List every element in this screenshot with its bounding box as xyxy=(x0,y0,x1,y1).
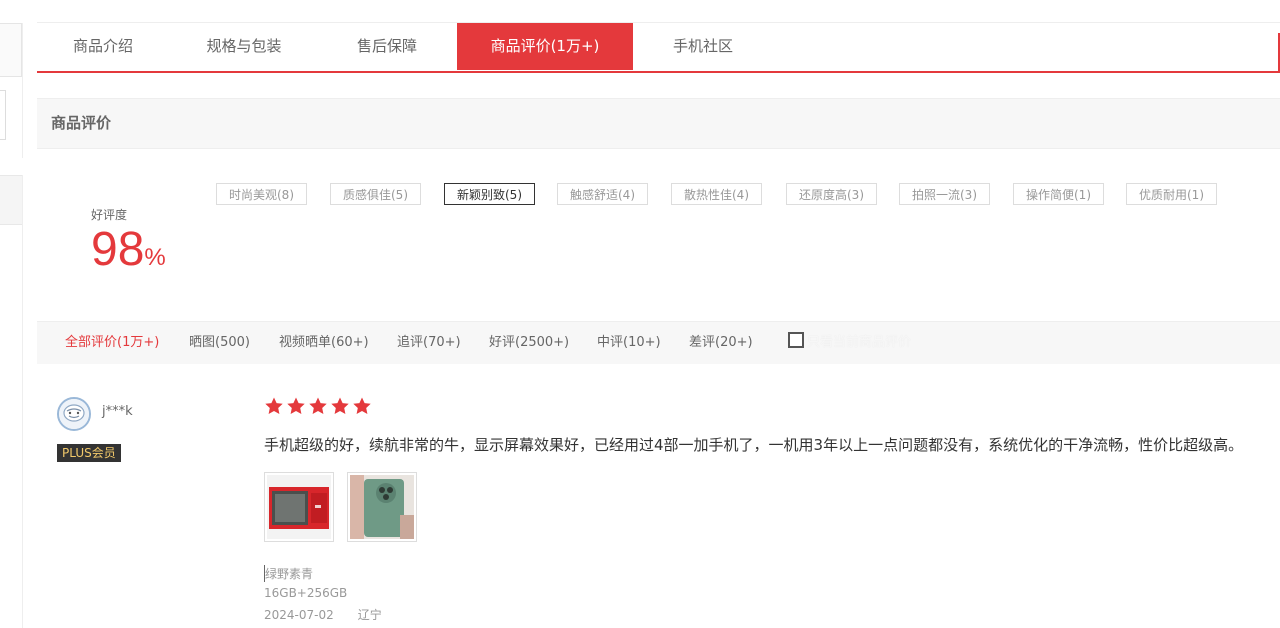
star-icon xyxy=(265,397,283,414)
plus-member-badge: PLUS会员 xyxy=(57,444,121,462)
photo-box-image xyxy=(267,475,331,539)
filter-neutral[interactable]: 中评(10+) xyxy=(597,322,661,364)
rating-label: 好评度 xyxy=(91,208,128,222)
left-panel-header xyxy=(0,175,22,225)
left-panel-input[interactable] xyxy=(0,90,6,140)
review-tag[interactable]: 质感俱佳(5) xyxy=(330,183,421,205)
star-rating xyxy=(264,396,372,416)
review-tag[interactable]: 时尚美观(8) xyxy=(216,183,307,205)
review-tag[interactable]: 操作简便(1) xyxy=(1013,183,1104,205)
user-avatar xyxy=(57,397,91,431)
left-column xyxy=(0,23,23,628)
left-divider xyxy=(22,175,23,628)
detail-tab-bar: 商品介绍 规格与包装 售后保障 商品评价(1万+) 手机社区 xyxy=(37,22,1280,73)
filter-all[interactable]: 全部评价(1万+) xyxy=(65,322,159,364)
review-photo-thumbnail[interactable] xyxy=(264,472,334,542)
filter-negative[interactable]: 差评(20+) xyxy=(689,322,753,364)
current-product-checkbox-label: 只看当前商品评价 xyxy=(807,335,912,350)
review-tag[interactable]: 触感舒适(4) xyxy=(557,183,648,205)
review-tag[interactable]: 散热性佳(4) xyxy=(671,183,762,205)
review-filter-bar: 全部评价(1万+) 晒图(500) 视频晒单(60+) 追评(70+) 好评(2… xyxy=(37,321,1280,364)
tab-intro[interactable]: 商品介绍 xyxy=(37,23,169,70)
rating-number: 98 xyxy=(91,223,145,276)
filter-positive[interactable]: 好评(2500+) xyxy=(489,322,569,364)
product-spec: 16GB+256GB xyxy=(264,586,348,600)
left-divider xyxy=(22,23,23,158)
rating-value: 98% xyxy=(91,222,166,278)
tab-community[interactable]: 手机社区 xyxy=(647,23,759,70)
rating-unit: % xyxy=(144,244,166,271)
product-color: 绿野素青 xyxy=(264,565,314,582)
filter-follow-up[interactable]: 追评(70+) xyxy=(397,322,461,364)
review-photo-thumbnail[interactable] xyxy=(347,472,417,542)
tab-spec[interactable]: 规格与包装 xyxy=(179,23,309,70)
section-title: 商品评价 xyxy=(51,114,112,132)
tab-after-sales[interactable]: 售后保障 xyxy=(327,23,447,70)
current-product-checkbox[interactable] xyxy=(788,332,804,348)
review-tag-selected[interactable]: 新颖别致(5) xyxy=(444,183,535,205)
star-icon xyxy=(353,397,371,414)
left-panel-top xyxy=(0,23,22,77)
review-date: 2024-07-02 xyxy=(264,608,334,622)
review-location: 辽宁 xyxy=(357,608,382,622)
star-icon xyxy=(309,397,327,414)
review-meta: 2024-07-02 辽宁 xyxy=(264,606,382,623)
star-icon xyxy=(287,397,305,414)
star-icon xyxy=(331,397,349,414)
reviews-section-header: 商品评价 xyxy=(37,98,1280,149)
user-name: j***k xyxy=(102,404,133,419)
review-tag[interactable]: 拍照一流(3) xyxy=(899,183,990,205)
review-comment: 手机超级的好，续航非常的牛，显示屏幕效果好，已经用过4部一加手机了，一机用3年以… xyxy=(264,436,1244,454)
review-tag[interactable]: 还原度高(3) xyxy=(786,183,877,205)
tab-reviews[interactable]: 商品评价(1万+) xyxy=(457,23,633,70)
filter-photos[interactable]: 晒图(500) xyxy=(189,322,250,364)
filter-videos[interactable]: 视频晒单(60+) xyxy=(279,322,369,364)
photo-phone-image xyxy=(350,475,414,539)
avatar-icon xyxy=(59,399,89,429)
review-tag[interactable]: 优质耐用(1) xyxy=(1126,183,1217,205)
